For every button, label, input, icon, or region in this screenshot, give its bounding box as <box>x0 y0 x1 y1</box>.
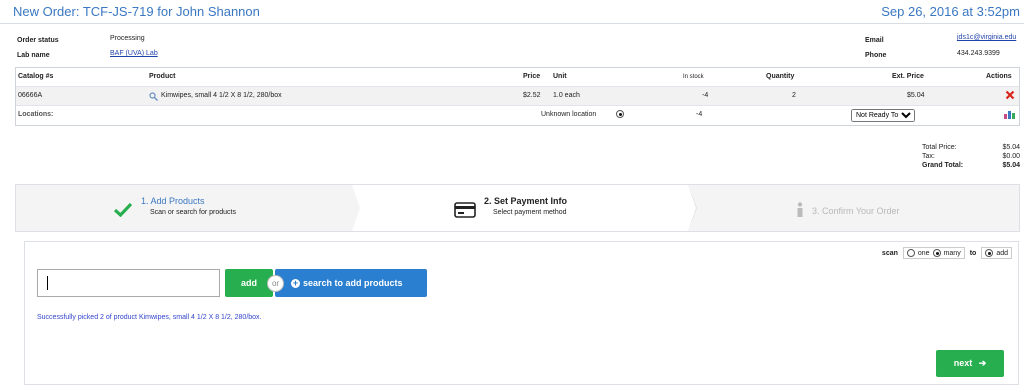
step-3-title: 3. Confirm Your Order <box>812 206 900 216</box>
scan-add-radio[interactable] <box>985 249 994 257</box>
col-product: Product <box>149 73 176 80</box>
scan-one-label: one <box>917 249 930 257</box>
location-status-select[interactable]: Not Ready To <box>851 109 915 122</box>
row-unit: 1.0 each <box>553 92 580 99</box>
email-label: Email <box>865 37 884 44</box>
scan-label: scan <box>881 249 898 257</box>
order-totals: Total Price: $5.04 Tax: $0.00 Grand Total:… <box>922 143 1020 170</box>
scan-target-group: add <box>981 247 1012 259</box>
col-unit: Unit <box>553 73 567 80</box>
step-add-products[interactable]: 1. Add Products Scan or search for produ… <box>16 185 361 231</box>
col-in-stock: In stock <box>683 74 704 80</box>
bar-chart-icon[interactable] <box>1004 110 1015 121</box>
row-in-stock: -4 <box>702 92 709 99</box>
step-1-subtitle: Scan or search for products <box>150 209 236 216</box>
scan-add-label: add <box>996 249 1008 257</box>
next-label: next <box>953 358 973 368</box>
table-row: 06666A Kimwipes, small 4 1/2 X 8 1/2, 28… <box>16 87 1019 106</box>
col-ext-price: Ext. Price <box>892 73 924 80</box>
order-status-value: Processing <box>110 35 145 42</box>
scan-one-radio[interactable] <box>906 249 915 257</box>
delete-icon[interactable] <box>1005 90 1015 102</box>
scan-to-label: to <box>969 249 977 257</box>
arrow-right-icon: ➔ <box>978 358 987 368</box>
grand-total-label: Grand Total: <box>922 162 964 169</box>
grand-total-value: $5.04 <box>1002 162 1020 169</box>
page-header: New Order: TCF-JS-719 for John Shannon S… <box>0 0 1024 24</box>
add-products-panel: scan one many to add add or + search to a… <box>24 241 1019 385</box>
next-button[interactable]: next ➔ <box>936 350 1004 377</box>
step-2-subtitle: Select payment method <box>493 209 567 216</box>
step-2-title: 2. Set Payment Info <box>484 196 568 206</box>
lab-name-link[interactable]: BAF (UVA) Lab <box>110 50 158 57</box>
row-quantity: 2 <box>792 92 796 99</box>
step-set-payment[interactable]: 2. Set Payment Info Select payment metho… <box>352 185 697 231</box>
order-items-table: Catalog #s Product Price Unit In stock Q… <box>15 67 1020 126</box>
page-title: New Order: TCF-JS-719 for John Shannon <box>13 4 260 19</box>
text-caret <box>47 276 48 290</box>
col-quantity: Quantity <box>766 73 795 80</box>
search-products-label: search to add products <box>303 278 403 288</box>
credit-card-icon <box>454 202 476 220</box>
table-header-row: Catalog #s Product Price Unit In stock Q… <box>16 68 1019 87</box>
or-separator: or <box>267 275 284 292</box>
lab-name-label: Lab name <box>17 52 50 59</box>
search-products-button[interactable]: + search to add products <box>275 269 427 297</box>
status-message: Successfully picked 2 of product Kimwipe… <box>37 314 262 321</box>
scan-many-label: many <box>943 249 961 257</box>
row-ext-price: $5.04 <box>907 92 925 99</box>
email-link[interactable]: jds1c@virginia.edu <box>957 34 1016 41</box>
add-button[interactable]: add <box>225 269 273 297</box>
order-date: Sep 26, 2016 at 3:52pm <box>881 4 1020 19</box>
tax-value: $0.00 <box>1002 153 1020 160</box>
product-search-input[interactable] <box>37 269 220 297</box>
scan-options: scan one many to add <box>880 247 1012 259</box>
zoom-icon[interactable] <box>149 92 158 103</box>
locations-label: Locations: <box>18 111 54 118</box>
row-catalog: 06666A <box>18 92 43 99</box>
location-name: Unknown location <box>541 111 597 118</box>
col-price: Price <box>523 73 541 80</box>
plus-circle-icon: + <box>291 278 300 289</box>
step-confirm-order[interactable]: 3. Confirm Your Order <box>688 185 1020 231</box>
total-price-value: $5.04 <box>1002 144 1020 151</box>
info-icon <box>796 202 804 220</box>
step-1-title: 1. Add Products <box>141 196 205 206</box>
row-product: Kimwipes, small 4 1/2 X 8 1/2, 280/box <box>161 92 282 99</box>
check-icon <box>113 202 133 219</box>
order-steps: 1. Add Products Scan or search for produ… <box>15 184 1020 232</box>
row-price: $2.52 <box>523 92 541 99</box>
locations-row: Locations: Unknown location -4 Not Ready… <box>16 106 1019 125</box>
location-radio[interactable] <box>616 110 624 118</box>
col-catalog: Catalog #s <box>18 73 54 80</box>
order-status-label: Order status <box>17 37 59 44</box>
location-stock: -4 <box>696 111 703 118</box>
scan-mode-group: one many <box>902 247 965 259</box>
col-actions: Actions <box>986 73 1012 80</box>
phone-value: 434.243.9399 <box>957 50 1000 57</box>
total-price-label: Total Price: <box>922 144 957 151</box>
phone-label: Phone <box>865 52 887 59</box>
scan-many-radio[interactable] <box>932 249 941 257</box>
tax-label: Tax: <box>922 153 935 160</box>
